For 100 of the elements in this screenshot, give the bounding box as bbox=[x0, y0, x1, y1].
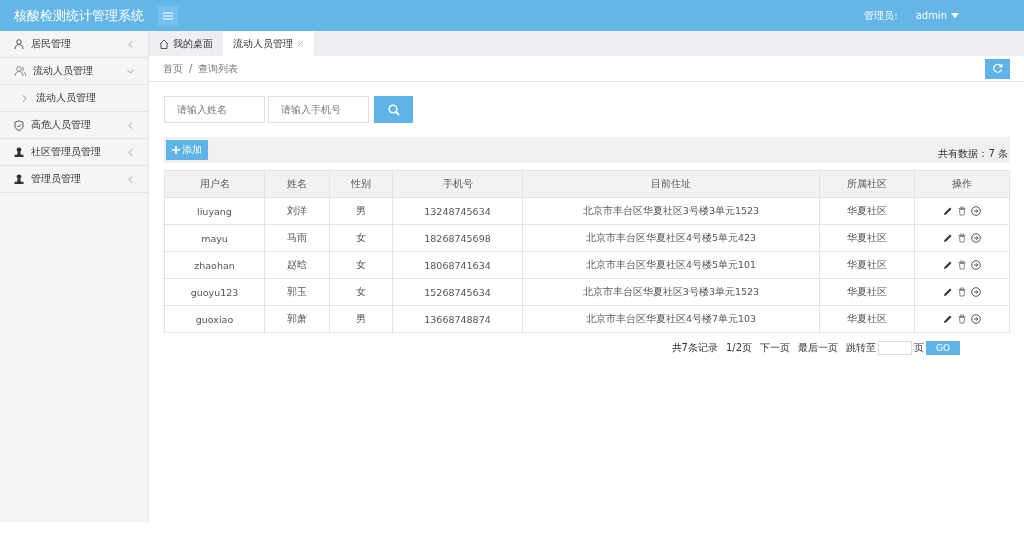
column-header: 操作 bbox=[914, 170, 1010, 198]
table-cell: 郭萧 bbox=[264, 305, 330, 333]
table-cell: 华夏社区 bbox=[819, 197, 915, 225]
person-icon bbox=[14, 39, 24, 49]
jump-label: 跳转至 bbox=[846, 341, 876, 355]
breadcrumb-separator: / bbox=[189, 63, 193, 74]
circle-arrow-icon bbox=[971, 287, 981, 297]
trash-icon bbox=[957, 233, 967, 243]
column-header: 目前住址 bbox=[522, 170, 820, 198]
column-header: 所属社区 bbox=[819, 170, 915, 198]
chevron-left-icon bbox=[127, 175, 134, 183]
table-cell: 13668748874 bbox=[392, 305, 523, 333]
chevron-left-icon bbox=[127, 40, 134, 48]
pencil-icon bbox=[943, 314, 953, 324]
tab[interactable]: 流动人员管理 bbox=[223, 31, 314, 56]
delete-button[interactable] bbox=[957, 206, 967, 216]
trash-icon bbox=[957, 260, 967, 270]
delete-button[interactable] bbox=[957, 233, 967, 243]
sidebar-item[interactable]: 居民管理 bbox=[0, 31, 148, 58]
breadcrumb-item[interactable]: 首页 bbox=[163, 61, 183, 76]
table-cell: 13248745634 bbox=[392, 197, 523, 225]
pencil-icon bbox=[943, 233, 953, 243]
app-title: 核酸检测统计管理系统 bbox=[14, 6, 144, 25]
column-header: 姓名 bbox=[264, 170, 330, 198]
action-button[interactable] bbox=[971, 260, 981, 270]
chevron-left-icon bbox=[127, 121, 134, 129]
page-unit: 页 bbox=[914, 341, 924, 355]
people-icon bbox=[14, 66, 26, 76]
pencil-icon bbox=[943, 260, 953, 270]
table-cell: 北京市丰台区华夏社区3号楼3单元1523 bbox=[522, 197, 820, 225]
table-cell: 刘洋 bbox=[264, 197, 330, 225]
table-cell: 马雨 bbox=[264, 224, 330, 252]
pencil-icon bbox=[943, 287, 953, 297]
user-icon bbox=[14, 174, 24, 184]
shield-check-icon bbox=[14, 119, 24, 131]
table-cell: liuyang bbox=[164, 197, 265, 225]
column-header: 性别 bbox=[329, 170, 393, 198]
page-input[interactable] bbox=[878, 341, 912, 355]
circle-arrow-icon bbox=[971, 260, 981, 270]
table-cell: 赵晗 bbox=[264, 251, 330, 279]
home-icon bbox=[159, 38, 169, 49]
record-count: 共有数据：7 条 bbox=[938, 147, 1008, 161]
table-cell: mayu bbox=[164, 224, 265, 252]
table-cell: 15268745634 bbox=[392, 278, 523, 306]
action-button[interactable] bbox=[971, 206, 981, 216]
breadcrumb-item[interactable]: 查询列表 bbox=[198, 61, 239, 76]
chevron-down-icon bbox=[127, 67, 134, 75]
sidebar-item[interactable]: 管理员管理 bbox=[0, 166, 148, 193]
plus-icon bbox=[172, 146, 180, 154]
column-header: 手机号 bbox=[392, 170, 523, 198]
last-page-link[interactable]: 最后一页 bbox=[798, 341, 838, 355]
chevron-left-icon bbox=[127, 148, 134, 156]
table-cell: 女 bbox=[329, 278, 393, 306]
table-cell: 郭玉 bbox=[264, 278, 330, 306]
delete-button[interactable] bbox=[957, 314, 967, 324]
sidebar-subitem[interactable]: 流动人员管理 bbox=[0, 85, 148, 112]
trash-icon bbox=[957, 314, 967, 324]
next-page-link[interactable]: 下一页 bbox=[760, 341, 790, 355]
user-label: 管理员: bbox=[864, 8, 898, 23]
trash-icon bbox=[957, 287, 967, 297]
delete-button[interactable] bbox=[957, 260, 967, 270]
edit-button[interactable] bbox=[943, 314, 953, 324]
pencil-icon bbox=[943, 206, 953, 216]
edit-button[interactable] bbox=[943, 206, 953, 216]
action-button[interactable] bbox=[971, 314, 981, 324]
record-total: 共7条记录 bbox=[671, 341, 718, 355]
action-button[interactable] bbox=[971, 287, 981, 297]
table-cell: 男 bbox=[329, 305, 393, 333]
table-cell: 女 bbox=[329, 224, 393, 252]
circle-arrow-icon bbox=[971, 233, 981, 243]
sidebar-item[interactable]: 流动人员管理 bbox=[0, 58, 148, 85]
trash-icon bbox=[957, 206, 967, 216]
table-cell: 华夏社区 bbox=[819, 305, 915, 333]
table-cell: 华夏社区 bbox=[819, 251, 915, 279]
sidebar-item[interactable]: 高危人员管理 bbox=[0, 112, 148, 139]
edit-button[interactable] bbox=[943, 260, 953, 270]
edit-button[interactable] bbox=[943, 287, 953, 297]
action-button[interactable] bbox=[971, 233, 981, 243]
table-cell: 华夏社区 bbox=[819, 278, 915, 306]
search-field[interactable]: 请输入手机号 bbox=[268, 96, 369, 123]
table-cell: guoxiao bbox=[164, 305, 265, 333]
table-cell: guoyu123 bbox=[164, 278, 265, 306]
caret-icon bbox=[951, 13, 959, 18]
table-cell: 北京市丰台区华夏社区4号楼5单元423 bbox=[522, 224, 820, 252]
table-cell: 男 bbox=[329, 197, 393, 225]
refresh-icon bbox=[992, 63, 1003, 74]
tab[interactable]: 我的桌面 bbox=[149, 31, 223, 56]
table-cell: 华夏社区 bbox=[819, 224, 915, 252]
circle-arrow-icon bbox=[971, 206, 981, 216]
sidebar-item[interactable]: 社区管理员管理 bbox=[0, 139, 148, 166]
page-indicator: 1/2页 bbox=[725, 341, 752, 355]
search-field[interactable]: 请输入姓名 bbox=[164, 96, 265, 123]
table-cell: 18268745698 bbox=[392, 224, 523, 252]
menu-icon bbox=[163, 11, 173, 20]
edit-button[interactable] bbox=[943, 233, 953, 243]
delete-button[interactable] bbox=[957, 287, 967, 297]
search-icon bbox=[387, 103, 400, 116]
table-cell: 18068741634 bbox=[392, 251, 523, 279]
circle-arrow-icon bbox=[971, 314, 981, 324]
table-cell: 北京市丰台区华夏社区3号楼3单元1523 bbox=[522, 278, 820, 306]
